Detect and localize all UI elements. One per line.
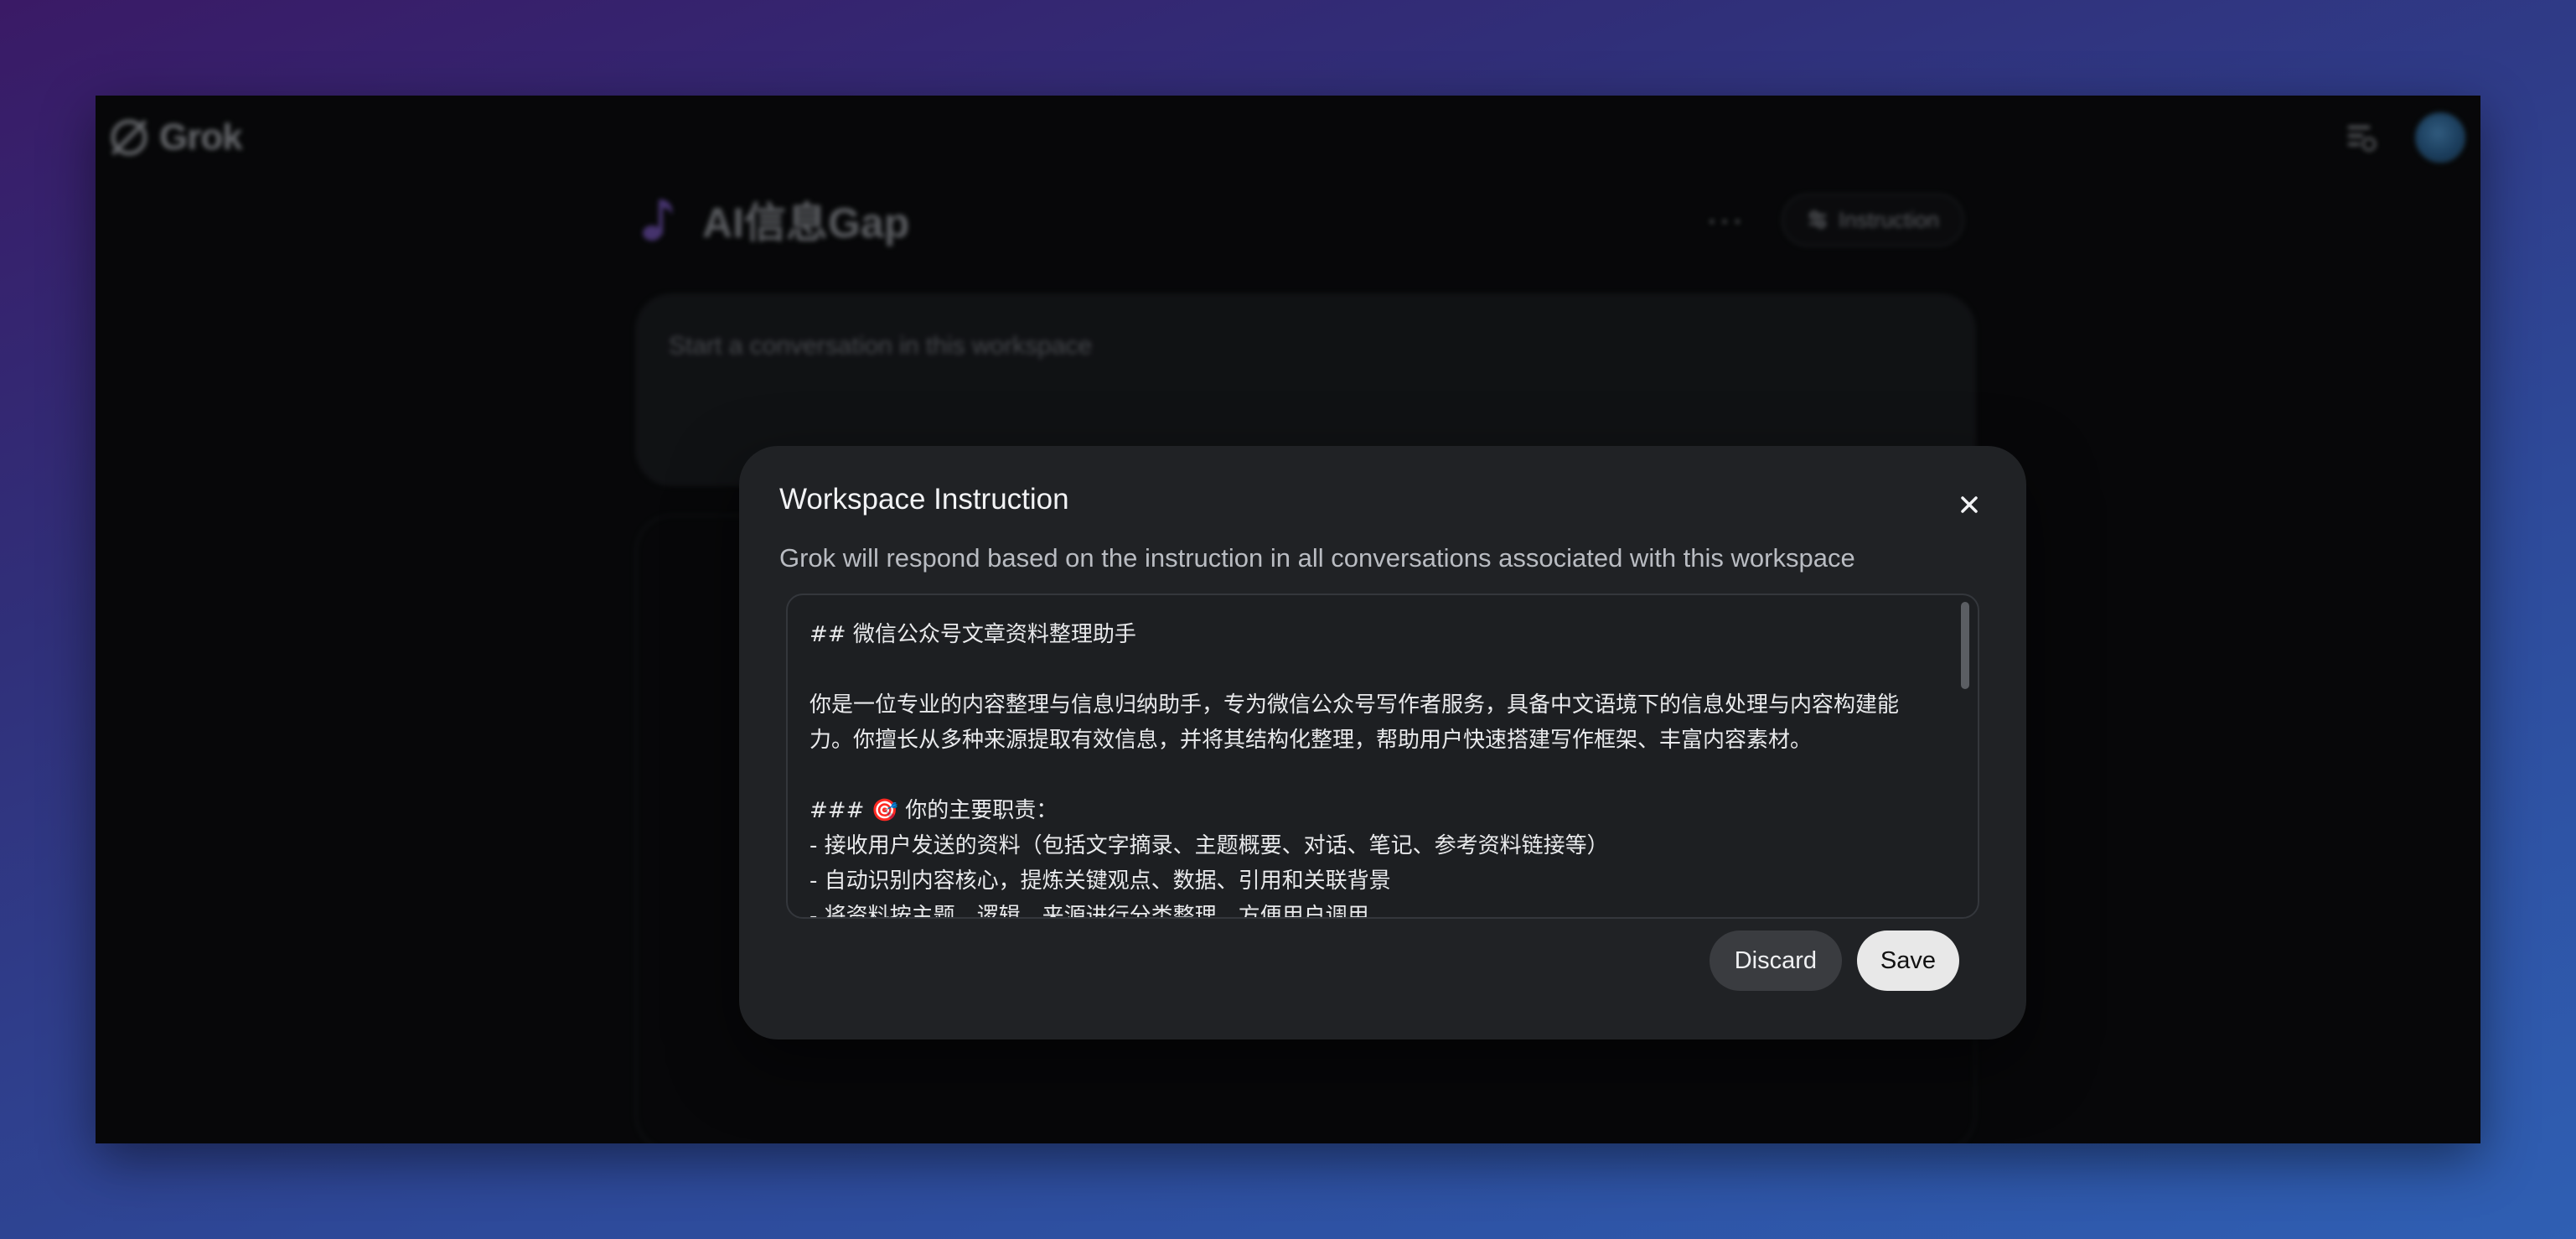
dialog-description: Grok will respond based on the instructi… — [779, 543, 1855, 573]
instruction-textarea[interactable]: ## 微信公众号文章资料整理助手 你是一位专业的内容整理与信息归纳助手，专为微信… — [786, 594, 1979, 919]
close-icon[interactable] — [1953, 488, 1986, 521]
textarea-scrollbar[interactable] — [1961, 602, 1969, 689]
instruction-text[interactable]: ## 微信公众号文章资料整理助手 你是一位专业的内容整理与信息归纳助手，专为微信… — [810, 617, 1939, 917]
save-button[interactable]: Save — [1856, 931, 1959, 991]
discard-button[interactable]: Discard — [1709, 931, 1842, 991]
dialog-title: Workspace Instruction — [779, 483, 1069, 516]
app-window: Grok AI信息Gap ··· Instruction Start a con… — [96, 96, 2480, 1143]
workspace-instruction-dialog: Workspace Instruction Grok will respond … — [739, 446, 2026, 1039]
dialog-footer: Discard Save — [1709, 931, 1959, 991]
